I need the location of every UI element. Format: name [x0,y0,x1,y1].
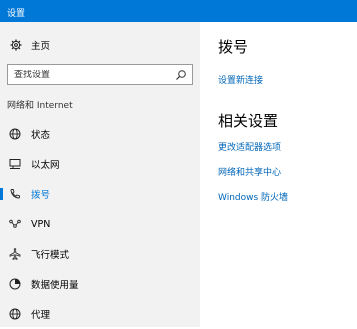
related-settings-heading: 相关设置 [218,112,279,130]
search-box[interactable] [7,64,193,85]
proxy-globe-icon [9,308,21,320]
sidebar-item-label: 状态 [31,130,51,141]
page-title: 拨号 [218,38,249,56]
home-button[interactable]: 主页 [10,37,50,53]
home-label: 主页 [31,41,51,52]
selection-indicator [0,188,3,200]
monitor-icon [9,158,21,170]
globe-icon [9,128,21,140]
sidebar-item-label: 代理 [31,310,51,321]
sidebar-item-label: 以太网 [31,160,60,171]
data-usage-icon [9,278,21,290]
section-title: 网络和 Internet [7,101,73,111]
search-input[interactable] [14,69,175,80]
sidebar-item-label: 拨号 [31,190,51,201]
airplane-icon [9,248,21,260]
change-adapter-options-link[interactable]: 更改适配器选项 [218,140,281,153]
windows-firewall-link[interactable]: Windows 防火墙 [218,190,288,203]
dialup-phone-icon [9,188,21,200]
network-sharing-center-link[interactable]: 网络和共享中心 [218,165,281,178]
title-bar: 设置 [0,0,357,22]
sidebar-item-data-usage[interactable]: 数据使用量 [0,269,200,299]
sidebar: 主页 网络和 Internet 状态 [0,22,200,327]
sidebar-item-status[interactable]: 状态 [0,119,200,149]
sidebar-item-vpn[interactable]: VPN [0,209,200,239]
sidebar-item-label: 飞行模式 [31,250,70,261]
vpn-icon [9,218,21,230]
search-icon[interactable] [175,69,187,81]
window-title: 设置 [7,9,26,19]
sidebar-item-ethernet[interactable]: 以太网 [0,149,200,179]
sidebar-item-airplane-mode[interactable]: 飞行模式 [0,239,200,269]
sidebar-item-dialup[interactable]: 拨号 [0,179,200,209]
sidebar-item-label: VPN [31,218,51,230]
sidebar-item-label: 数据使用量 [31,280,79,291]
sidebar-item-proxy[interactable]: 代理 [0,299,200,329]
main-content: 拨号 设置新连接 相关设置 更改适配器选项 网络和共享中心 Windows 防火… [200,22,357,327]
setup-new-connection-link[interactable]: 设置新连接 [218,73,263,86]
gear-icon [10,39,22,51]
